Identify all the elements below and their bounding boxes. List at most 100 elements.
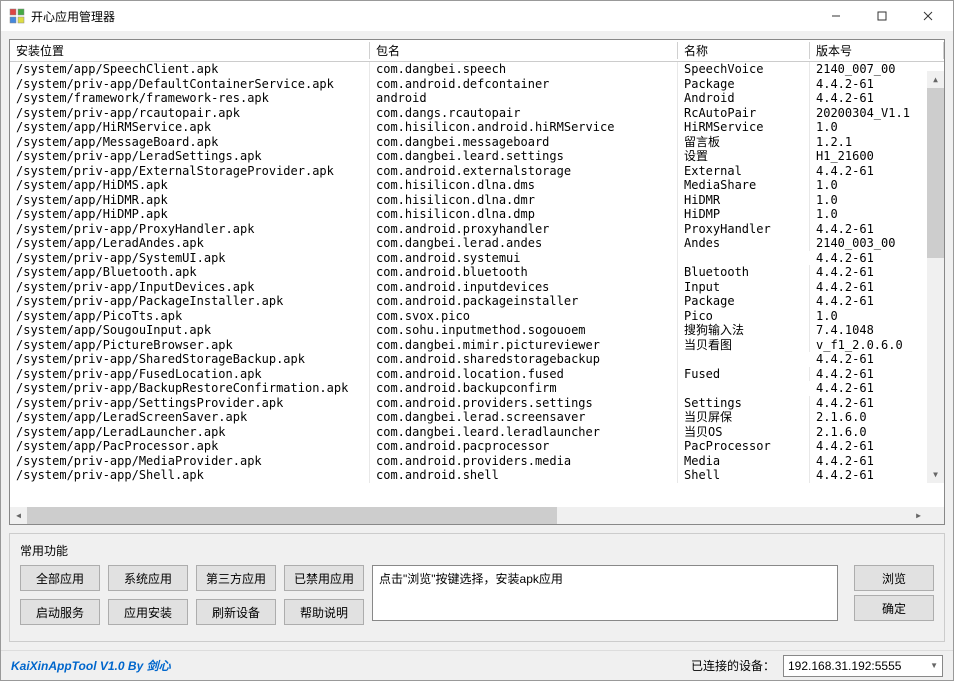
cell-pkg: com.hisilicon.android.hiRMService — [370, 120, 678, 135]
scroll-corner — [927, 507, 944, 524]
table-row[interactable]: /system/app/LeradAndes.apkcom.dangbei.le… — [10, 236, 944, 251]
close-button[interactable] — [905, 1, 951, 31]
table-row[interactable]: /system/app/LeradLauncher.apkcom.dangbei… — [10, 425, 944, 440]
cell-path: /system/priv-app/Shell.apk — [10, 468, 370, 483]
cell-pkg: com.android.shell — [370, 468, 678, 483]
cell-path: /system/priv-app/BackupRestoreConfirmati… — [10, 381, 370, 396]
cell-name: Andes — [678, 236, 810, 251]
cell-path: /system/app/LeradLauncher.apk — [10, 425, 370, 440]
vertical-scrollbar[interactable]: ▲ ▼ — [927, 71, 944, 483]
cell-pkg: com.dangbei.mimir.pictureviewer — [370, 338, 678, 353]
cell-name: 当贝OS — [678, 425, 810, 440]
cell-ver: 2140_003_00 — [810, 236, 944, 251]
grid-body[interactable]: /system/app/SpeechClient.apkcom.dangbei.… — [10, 62, 944, 507]
table-row[interactable]: /system/priv-app/FusedLocation.apkcom.an… — [10, 367, 944, 382]
table-row[interactable]: /system/priv-app/DefaultContainerService… — [10, 77, 944, 92]
cell-name: 当贝看图 — [678, 338, 810, 353]
cell-pkg: com.android.inputdevices — [370, 280, 678, 295]
maximize-button[interactable] — [859, 1, 905, 31]
vscroll-track[interactable] — [927, 88, 944, 466]
cell-path: /system/priv-app/MediaProvider.apk — [10, 454, 370, 469]
table-row[interactable]: /system/priv-app/BackupRestoreConfirmati… — [10, 381, 944, 396]
apk-path-textbox[interactable]: 点击"浏览"按键选择，安装apk应用 — [372, 565, 838, 621]
table-row[interactable]: /system/app/PacProcessor.apkcom.android.… — [10, 439, 944, 454]
cell-pkg: com.dangbei.speech — [370, 62, 678, 77]
table-row[interactable]: /system/priv-app/PackageInstaller.apkcom… — [10, 294, 944, 309]
confirm-button[interactable]: 确定 — [854, 595, 934, 621]
hscroll-track[interactable] — [27, 507, 910, 524]
device-combobox[interactable]: 192.168.31.192:5555 ▼ — [783, 655, 943, 677]
scroll-right-icon[interactable]: ▶ — [910, 507, 927, 524]
horizontal-scrollbar[interactable]: ◀ ▶ — [10, 507, 944, 524]
table-row[interactable]: /system/app/HiDMP.apkcom.hisilicon.dlna.… — [10, 207, 944, 222]
column-version[interactable]: 版本号 — [810, 42, 944, 59]
cell-ver: 2.1.6.0 — [810, 410, 944, 425]
table-row[interactable]: /system/priv-app/LeradSettings.apkcom.da… — [10, 149, 944, 164]
cell-ver: 4.4.2-61 — [810, 367, 944, 382]
install-app-button[interactable]: 应用安装 — [108, 599, 188, 625]
cell-ver: 4.4.2-61 — [810, 454, 944, 469]
column-name[interactable]: 名称 — [678, 42, 810, 59]
all-apps-button[interactable]: 全部应用 — [20, 565, 100, 591]
cell-ver: 4.4.2-61 — [810, 396, 944, 411]
cell-ver: 1.0 — [810, 193, 944, 208]
start-service-button[interactable]: 启动服务 — [20, 599, 100, 625]
cell-pkg: com.svox.pico — [370, 309, 678, 324]
disabled-apps-button[interactable]: 已禁用应用 — [284, 565, 364, 591]
table-row[interactable]: /system/app/PictureBrowser.apkcom.dangbe… — [10, 338, 944, 353]
app-icon — [9, 8, 25, 24]
cell-path: /system/app/HiRMService.apk — [10, 120, 370, 135]
browse-button[interactable]: 浏览 — [854, 565, 934, 591]
help-button[interactable]: 帮助说明 — [284, 599, 364, 625]
cell-path: /system/priv-app/SettingsProvider.apk — [10, 396, 370, 411]
table-row[interactable]: /system/app/SougouInput.apkcom.sohu.inpu… — [10, 323, 944, 338]
table-row[interactable]: /system/priv-app/SharedStorageBackup.apk… — [10, 352, 944, 367]
table-row[interactable]: /system/app/MessageBoard.apkcom.dangbei.… — [10, 135, 944, 150]
column-path[interactable]: 安装位置 — [10, 42, 370, 59]
cell-name: 当贝屏保 — [678, 410, 810, 425]
table-row[interactable]: /system/priv-app/Shell.apkcom.android.sh… — [10, 468, 944, 483]
table-row[interactable]: /system/app/SpeechClient.apkcom.dangbei.… — [10, 62, 944, 77]
scroll-down-icon[interactable]: ▼ — [927, 466, 944, 483]
table-row[interactable]: /system/app/PicoTts.apkcom.svox.picoPico… — [10, 309, 944, 324]
cell-pkg: com.hisilicon.dlna.dmp — [370, 207, 678, 222]
cell-name: Package — [678, 294, 810, 309]
cell-ver: 1.0 — [810, 178, 944, 193]
cell-path: /system/app/SpeechClient.apk — [10, 62, 370, 77]
table-row[interactable]: /system/app/HiDMR.apkcom.hisilicon.dlna.… — [10, 193, 944, 208]
app-grid[interactable]: 安装位置 包名 名称 版本号 /system/app/SpeechClient.… — [9, 39, 945, 525]
table-row[interactable]: /system/framework/framework-res.apkandro… — [10, 91, 944, 106]
cell-path: /system/priv-app/SystemUI.apk — [10, 251, 370, 266]
cell-path: /system/priv-app/InputDevices.apk — [10, 280, 370, 295]
cell-pkg: com.android.packageinstaller — [370, 294, 678, 309]
table-row[interactable]: /system/app/HiDMS.apkcom.hisilicon.dlna.… — [10, 178, 944, 193]
table-row[interactable]: /system/priv-app/rcautopair.apkcom.dangs… — [10, 106, 944, 121]
table-row[interactable]: /system/priv-app/ExternalStorageProvider… — [10, 164, 944, 179]
vscroll-thumb[interactable] — [927, 88, 944, 258]
table-row[interactable]: /system/app/HiRMService.apkcom.hisilicon… — [10, 120, 944, 135]
cell-ver: 2.1.6.0 — [810, 425, 944, 440]
section-title: 常用功能 — [20, 542, 934, 559]
system-apps-button[interactable]: 系统应用 — [108, 565, 188, 591]
table-row[interactable]: /system/priv-app/SystemUI.apkcom.android… — [10, 251, 944, 266]
table-row[interactable]: /system/app/LeradScreenSaver.apkcom.dang… — [10, 410, 944, 425]
grid-header[interactable]: 安装位置 包名 名称 版本号 — [10, 40, 944, 62]
table-row[interactable]: /system/app/Bluetooth.apkcom.android.blu… — [10, 265, 944, 280]
scroll-up-icon[interactable]: ▲ — [927, 71, 944, 88]
cell-ver: 1.2.1 — [810, 135, 944, 150]
third-party-button[interactable]: 第三方应用 — [196, 565, 276, 591]
scroll-left-icon[interactable]: ◀ — [10, 507, 27, 524]
cell-name: 留言板 — [678, 135, 810, 150]
table-row[interactable]: /system/priv-app/SettingsProvider.apkcom… — [10, 396, 944, 411]
column-package[interactable]: 包名 — [370, 42, 678, 59]
cell-path: /system/app/Bluetooth.apk — [10, 265, 370, 280]
table-row[interactable]: /system/priv-app/ProxyHandler.apkcom.and… — [10, 222, 944, 237]
hscroll-thumb[interactable] — [27, 507, 557, 524]
minimize-button[interactable] — [813, 1, 859, 31]
table-row[interactable]: /system/priv-app/InputDevices.apkcom.and… — [10, 280, 944, 295]
refresh-device-button[interactable]: 刷新设备 — [196, 599, 276, 625]
cell-ver: v_f1_2.0.6.0 — [810, 338, 944, 353]
table-row[interactable]: /system/priv-app/MediaProvider.apkcom.an… — [10, 454, 944, 469]
cell-ver: H1_21600 — [810, 149, 944, 164]
cell-pkg: com.hisilicon.dlna.dmr — [370, 193, 678, 208]
